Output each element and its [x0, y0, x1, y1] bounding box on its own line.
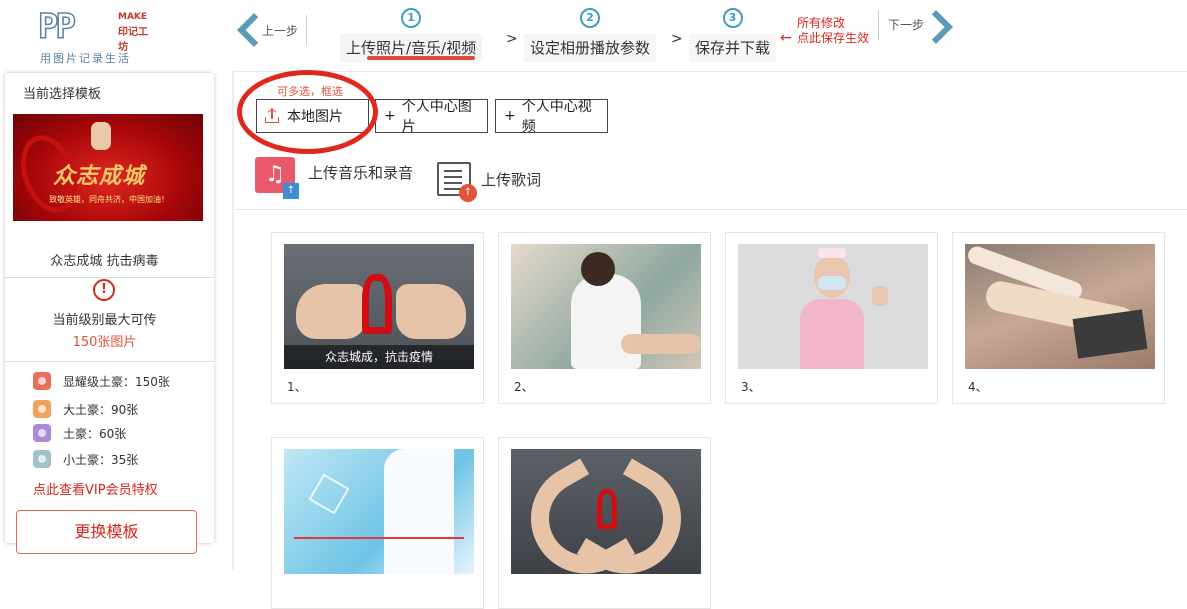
photo-index: 1、: [287, 380, 307, 394]
plus-icon: +: [504, 108, 516, 124]
level-label: 显耀级土豪：150张: [63, 374, 170, 389]
logo-letters: PP: [37, 7, 76, 47]
step-label-save: 保存并下载: [689, 34, 777, 62]
alert-icon: !: [93, 279, 115, 301]
max-upload-label: 当前级别最大可传: [52, 313, 157, 328]
header-bar: PP MAKE 印记工坊 用图片记录生活 上一步 1 上传照片/音乐/视频 > …: [0, 0, 1187, 70]
photo-index: 4、: [968, 380, 988, 394]
plus-icon: +: [384, 108, 396, 124]
template-thumbnail[interactable]: 众志成城 致敬英雄，同舟共济，中国加油！: [13, 114, 203, 221]
photo-thumbnail[interactable]: [511, 449, 701, 574]
prev-step-button[interactable]: 上一步: [236, 10, 298, 50]
level-label: 大土豪：90张: [63, 402, 139, 417]
active-step-underline: [367, 56, 475, 60]
photo-thumbnail[interactable]: 众志城成，抗击疫情: [284, 244, 474, 369]
next-step-button[interactable]: 下一步: [888, 6, 952, 46]
level-badge-icon: [33, 400, 51, 418]
arrow-left-icon: ←: [780, 30, 792, 46]
divider: [232, 70, 234, 570]
divider: [234, 71, 1187, 72]
level-item: 显耀级土豪：150张: [33, 372, 170, 390]
logo-brand: 印记工坊: [118, 27, 148, 53]
change-template-button[interactable]: 更换模板: [16, 510, 197, 554]
photo-index: 3、: [741, 380, 761, 394]
photo-thumbnail[interactable]: [965, 244, 1155, 369]
step-settings[interactable]: 2 设定相册播放参数: [524, 6, 657, 62]
step-save[interactable]: 3 保存并下载: [689, 6, 777, 62]
upload-icon: [265, 109, 279, 123]
step-separator: >: [506, 31, 518, 47]
logo[interactable]: PP MAKE 印记工坊 用图片记录生活: [37, 7, 148, 65]
upload-lyrics-label[interactable]: 上传歌词: [481, 169, 541, 190]
photo-card[interactable]: 众志城成，抗击疫情 1、: [271, 232, 484, 404]
sidebar-title: 当前选择模板: [23, 87, 102, 102]
thumbnail-fist: [91, 122, 111, 150]
upload-arrow-icon: ↑: [459, 184, 477, 202]
next-step-label: 下一步: [888, 18, 925, 32]
local-images-label: 本地图片: [287, 109, 343, 125]
step-label-settings: 设定相册播放参数: [524, 34, 657, 62]
personal-videos-label: 个人中心视频: [521, 99, 592, 135]
template-sidebar: 当前选择模板 众志成城 致敬英雄，同舟共济，中国加油！ 众志成城 抗击病毒 ! …: [5, 73, 214, 554]
thumbnail-title: 众志成城: [53, 163, 146, 189]
divider: [5, 361, 214, 362]
step-number-2: 2: [580, 8, 600, 28]
logo-slogan: 用图片记录生活: [40, 52, 131, 65]
step-number-3: 3: [722, 8, 743, 28]
photo-thumbnail[interactable]: [738, 244, 928, 369]
step-upload[interactable]: 1 上传照片/音乐/视频: [340, 6, 483, 62]
step-number-1: 1: [401, 8, 422, 28]
lyrics-upload-icon[interactable]: ↑: [437, 162, 479, 202]
photo-card[interactable]: 4、: [952, 232, 1165, 404]
photo-card[interactable]: [271, 437, 484, 609]
local-images-button[interactable]: 本地图片: [256, 99, 369, 133]
photo-thumbnail[interactable]: [284, 449, 474, 574]
step-separator: >: [671, 31, 683, 47]
level-badge-icon: [33, 424, 51, 442]
divider: [306, 15, 307, 45]
personal-images-label: 个人中心图片: [401, 99, 472, 135]
level-badge-icon: [33, 450, 51, 468]
photo-caption: 众志城成，抗击疫情: [284, 345, 474, 369]
chevron-right-icon: [924, 6, 952, 46]
photo-thumbnail[interactable]: [511, 244, 701, 369]
vip-privileges-link[interactable]: 点此查看VIP会员特权: [33, 479, 158, 498]
level-item: 小土豪：35张: [33, 450, 138, 468]
upload-arrow-icon: ↑: [283, 183, 299, 199]
divider: [5, 277, 214, 278]
level-item: 土豪：60张: [33, 424, 126, 442]
multi-select-hint: 可多选，框选: [277, 85, 343, 98]
save-hint-line2: 点此保存生效: [797, 31, 870, 45]
max-upload-value: 150张图片: [72, 335, 137, 350]
level-label: 小土豪：35张: [63, 452, 139, 467]
template-name: 众志成城 抗击病毒: [50, 254, 159, 269]
upload-music-label[interactable]: 上传音乐和录音: [308, 162, 413, 183]
level-badge-icon: [33, 372, 51, 390]
photo-card[interactable]: [498, 437, 711, 609]
photo-index: 2、: [514, 380, 534, 394]
save-hint-line1: 所有修改: [797, 16, 846, 30]
music-upload-icon[interactable]: ♫ ↑: [255, 157, 299, 199]
divider: [234, 209, 1187, 210]
logo-make: MAKE: [118, 12, 148, 22]
save-hint[interactable]: ← 所有修改 点此保存生效: [780, 16, 869, 46]
thumbnail-subtitle: 致敬英雄，同舟共济，中国加油！: [49, 195, 169, 204]
personal-images-button[interactable]: + 个人中心图片: [375, 99, 488, 135]
personal-videos-button[interactable]: + 个人中心视频: [495, 99, 608, 135]
level-label: 土豪：60张: [63, 426, 127, 441]
photo-card[interactable]: 3、: [725, 232, 938, 404]
level-item: 大土豪：90张: [33, 400, 138, 418]
divider: [878, 10, 879, 40]
photo-card[interactable]: 2、: [498, 232, 711, 404]
chevron-left-icon: [236, 10, 258, 50]
